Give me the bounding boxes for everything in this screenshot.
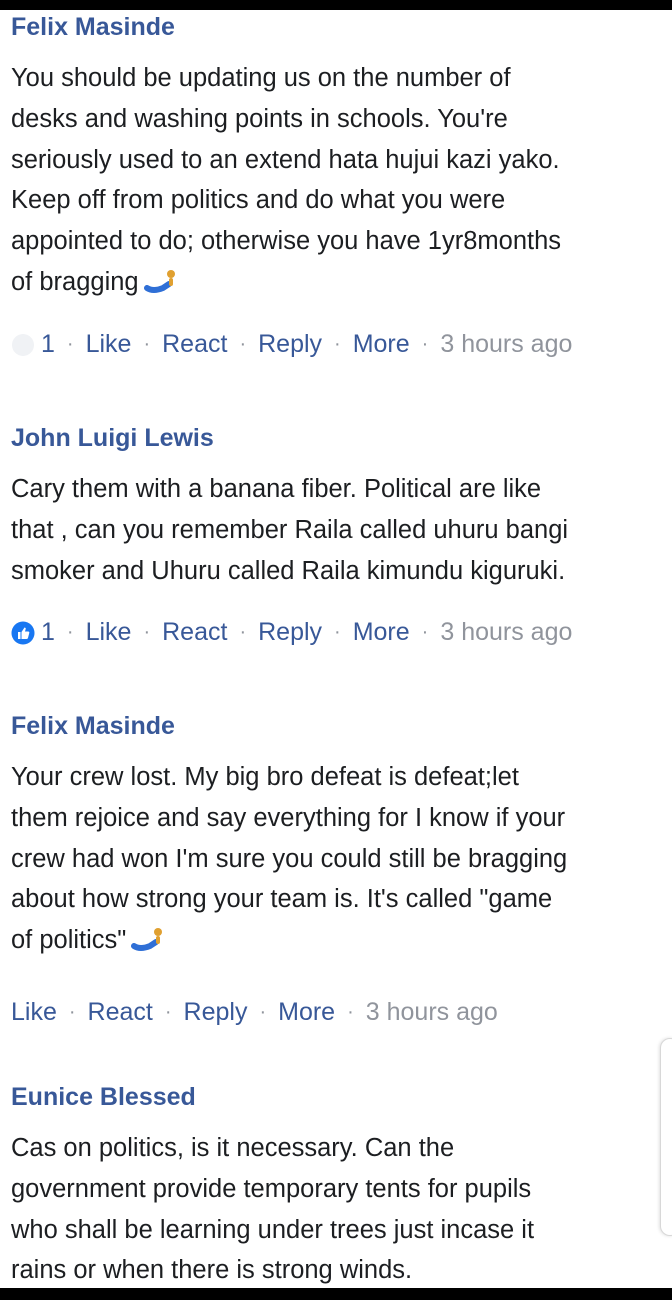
comment-line: government provide temporary tents for p…	[11, 1174, 532, 1203]
like-button[interactable]: Like	[11, 995, 57, 1029]
comment-line: Your crew lost. My big bro defeat is def…	[11, 763, 519, 791]
comment-1: Felix Masinde You should be updating us …	[11, 12, 651, 361]
react-button[interactable]: React	[162, 327, 227, 361]
reply-button[interactable]: Reply	[258, 327, 322, 361]
separator-dot: ·	[66, 621, 74, 644]
comment-text: Cas on politics, is it necessary. Can th…	[11, 1128, 651, 1291]
like-button[interactable]: Like	[86, 615, 132, 649]
comment-author[interactable]: Eunice Blessed	[11, 1082, 651, 1112]
reply-button[interactable]: Reply	[184, 995, 248, 1029]
person-lying-icon	[143, 266, 177, 307]
comment-text: You should be updating us on the number …	[11, 58, 651, 307]
comment-line: Cary them with a banana fiber. Political…	[11, 475, 542, 503]
reaction-count[interactable]: 1	[41, 327, 55, 361]
comment-actions: Like · React · Reply · More · 3 hours ag…	[11, 995, 651, 1029]
more-button[interactable]: More	[353, 327, 410, 361]
more-button[interactable]: More	[278, 995, 335, 1029]
comment-line: that , can you remember Raila called uhu…	[11, 515, 569, 544]
more-button[interactable]: More	[353, 615, 410, 649]
comment-line: who shall be learning under trees just i…	[11, 1215, 535, 1244]
reaction-faded-icon[interactable]	[11, 332, 35, 356]
separator-dot: ·	[334, 621, 341, 644]
separator-dot: ·	[143, 332, 151, 355]
comment-line: about how strong your team is. It's call…	[11, 885, 553, 914]
react-button[interactable]: React	[162, 615, 227, 649]
comment-line: Keep off from politics and do what you w…	[11, 186, 506, 215]
separator-dot: ·	[334, 332, 341, 355]
separator-dot: ·	[239, 332, 247, 355]
reaction-count[interactable]: 1	[41, 615, 55, 649]
comment-text: Cary them with a banana fiber. Political…	[11, 469, 651, 591]
separator-dot: ·	[259, 1000, 267, 1023]
comment-actions: 1 · Like · React · Reply · More · 3 hour…	[11, 327, 651, 361]
comment-author[interactable]: Felix Masinde	[11, 12, 651, 42]
person-lying-icon	[130, 924, 164, 965]
comment-2: John Luigi Lewis Cary them with a banana…	[11, 423, 651, 649]
comment-author[interactable]: John Luigi Lewis	[11, 423, 651, 453]
separator-dot: ·	[164, 1000, 172, 1023]
navigation-bar	[0, 1288, 672, 1300]
separator-dot: ·	[143, 621, 151, 644]
comment-line: crew had won I'm sure you could still be…	[11, 844, 568, 873]
comment-timestamp: 3 hours ago	[440, 618, 573, 647]
comment-line: them rejoice and say everything for I kn…	[11, 803, 566, 832]
separator-dot: ·	[66, 332, 74, 355]
comment-timestamp: 3 hours ago	[365, 997, 498, 1026]
react-button[interactable]: React	[88, 995, 153, 1029]
comment-line: Cas on politics, is it necessary. Can th…	[11, 1134, 455, 1162]
comment-4: Eunice Blessed Cas on politics, is it ne…	[11, 1082, 651, 1291]
comment-line: of politics"	[11, 926, 127, 955]
comment-line: You should be updating us on the number …	[11, 64, 511, 92]
comment-line: desks and washing points in schools. You…	[11, 104, 508, 133]
like-button[interactable]: Like	[86, 327, 132, 361]
comment-author[interactable]: Felix Masinde	[11, 711, 651, 741]
reply-button[interactable]: Reply	[258, 615, 322, 649]
separator-dot: ·	[68, 1000, 76, 1023]
separator-dot: ·	[421, 621, 429, 644]
comment-line: smoker and Uhuru called Raila kimundu ki…	[11, 556, 566, 585]
comment-text: Your crew lost. My big bro defeat is def…	[11, 757, 651, 965]
comment-line: rains or when there is strong winds.	[11, 1256, 413, 1285]
comment-line: appointed to do; otherwise you have 1yr8…	[11, 227, 562, 256]
separator-dot: ·	[347, 1000, 354, 1023]
comment-3: Felix Masinde Your crew lost. My big bro…	[11, 711, 651, 1029]
comment-timestamp: 3 hours ago	[440, 329, 573, 358]
status-bar	[0, 0, 672, 10]
comment-line: of bragging	[11, 267, 139, 296]
like-reaction-icon[interactable]	[11, 620, 35, 645]
comment-line: seriously used to an extend hata hujui k…	[11, 145, 560, 174]
comment-actions: 1 · Like · React · Reply · More · 3 hour…	[11, 615, 651, 649]
edge-panel-handle[interactable]	[660, 1038, 672, 1236]
separator-dot: ·	[239, 621, 247, 644]
separator-dot: ·	[421, 332, 429, 355]
